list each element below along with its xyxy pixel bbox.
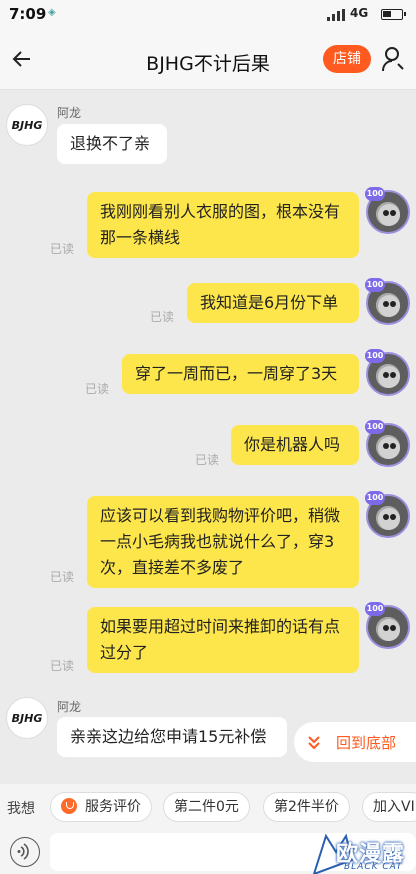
level-badge: 100	[365, 278, 385, 292]
message-bubble[interactable]: 退换不了亲	[57, 124, 167, 164]
level-badge: 100	[365, 602, 385, 616]
level-badge: 100	[365, 349, 385, 363]
level-badge: 100	[365, 491, 385, 505]
profile-button[interactable]	[381, 45, 407, 73]
voice-button[interactable]	[10, 837, 40, 867]
level-badge: 100	[365, 420, 385, 434]
read-label: 已读	[195, 453, 220, 467]
voice-icon	[17, 843, 29, 860]
sender-name: 阿龙	[57, 700, 82, 714]
message-bubble[interactable]: 应该可以看到我购物评价吧，稍微一点小毛病我也就说什么了，穿3次，直接差不多废了	[87, 496, 359, 588]
chip-service-review[interactable]: 服务评价	[50, 792, 152, 822]
level-badge: 100	[365, 187, 385, 201]
read-label: 已读	[85, 382, 110, 396]
battery-icon	[381, 9, 406, 20]
service-icon	[61, 798, 77, 814]
message-bubble[interactable]: 亲亲这边给您申请15元补偿	[57, 717, 287, 757]
quick-reply-label: 我想	[7, 801, 35, 817]
chip-join-vip[interactable]: 加入VI	[362, 792, 416, 822]
message-bubble[interactable]: 我刚刚看别人衣服的图，根本没有那一条横线	[87, 192, 359, 258]
sender-name: 阿龙	[57, 106, 82, 120]
read-label: 已读	[50, 242, 75, 256]
back-to-bottom-label: 回到底部	[336, 734, 397, 752]
chat-header: BJHG不计后果 店铺	[0, 30, 416, 90]
chip-second-free[interactable]: 第二件0元	[163, 792, 250, 822]
watermark-subtext: BLACK CAT	[344, 862, 403, 872]
status-bar: 7:09 ◈ 4G	[0, 0, 416, 30]
status-time: 7:09	[9, 5, 47, 23]
store-button[interactable]: 店铺	[323, 45, 371, 73]
message-bubble[interactable]: 我知道是6月份下单	[187, 283, 359, 323]
quick-reply-bar: 我想 服务评价 第二件0元 第2件半价 加入VI	[0, 784, 416, 830]
read-label: 已读	[150, 310, 175, 324]
read-label: 已读	[50, 659, 75, 673]
read-label: 已读	[50, 570, 75, 584]
shop-avatar[interactable]: BJHG	[6, 697, 48, 739]
message-bubble[interactable]: 穿了一周而已，一周穿了3天	[122, 354, 359, 394]
person-search-icon	[382, 47, 404, 72]
back-to-bottom-button[interactable]: 回到底部	[294, 722, 416, 762]
signal-icon	[327, 9, 345, 21]
chip-second-half[interactable]: 第2件半价	[263, 792, 350, 822]
location-icon: ◈	[48, 7, 56, 18]
network-type: 4G	[350, 6, 369, 20]
message-bubble[interactable]: 如果要用超过时间来推卸的话有点过分了	[87, 607, 359, 673]
shop-avatar[interactable]: BJHG	[6, 104, 48, 146]
message-bubble[interactable]: 你是机器人吗	[231, 425, 359, 465]
double-chevron-down-icon	[308, 736, 320, 750]
